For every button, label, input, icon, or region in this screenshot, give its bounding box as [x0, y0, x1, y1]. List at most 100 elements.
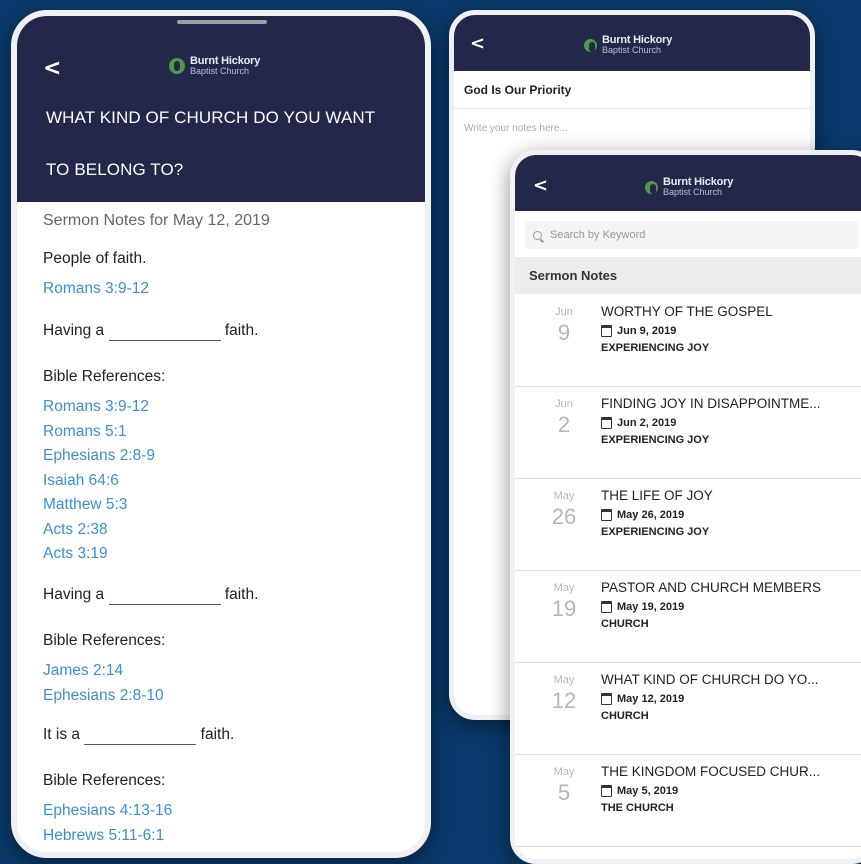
- sermon-date: May 12, 2019: [601, 693, 684, 705]
- scripture-link[interactable]: Ephesians 4:13-16: [43, 802, 172, 820]
- sermon-day: 5: [557, 780, 571, 805]
- notes-header: < Burnt Hickory Baptist Church: [454, 15, 810, 71]
- scripture-link[interactable]: Matthew 5:3: [43, 496, 127, 514]
- scripture-link[interactable]: Ephesians 2:8-10: [43, 687, 164, 705]
- sermon-title-line2: TO BELONG TO?: [46, 160, 184, 179]
- chevron-left-icon[interactable]: <: [533, 175, 548, 196]
- sermon-date: May 19, 2019: [601, 601, 684, 613]
- tree-icon: [645, 180, 658, 194]
- sermon-list-item[interactable]: May 12 WHAT KIND OF CHURCH DO YO... May 12,…: [515, 662, 861, 755]
- sermon-title: PASTOR AND CHURCH MEMBERS: [601, 580, 822, 595]
- sermon-date-text: May 12, 2019: [617, 693, 685, 705]
- sermon-date-text: Jun 2, 2019: [617, 417, 677, 429]
- scripture-link[interactable]: Acts 2:38: [43, 521, 108, 539]
- church-logo: Burnt Hickory Baptist Church: [584, 35, 672, 55]
- chevron-left-icon[interactable]: <: [43, 56, 61, 81]
- blank-input[interactable]: [108, 586, 221, 605]
- fill-in-line: Having a faith.: [43, 322, 258, 341]
- sermon-list-item[interactable]: May 19 PASTOR AND CHURCH MEMBERS May 19, 20…: [515, 570, 861, 663]
- sermon-list-phone: < Burnt Hickory Baptist Church Search by…: [510, 150, 861, 864]
- search-icon: [533, 230, 542, 240]
- calendar-icon: [601, 325, 612, 337]
- sermon-title: THE KINGDOM FOCUSED CHUR...: [601, 764, 821, 779]
- fill-in-line: It is a faith.: [43, 726, 234, 745]
- blank-input[interactable]: [108, 322, 221, 341]
- sermon-date-text: May 19, 2019: [617, 601, 685, 613]
- sermon-date: May 5, 2019: [601, 785, 678, 797]
- scripture-link[interactable]: Romans 5:1: [43, 423, 127, 441]
- sermon-date-text: May 26, 2019: [617, 509, 685, 521]
- tree-icon: [584, 38, 597, 52]
- sermon-date-text: May 5, 2019: [617, 785, 679, 797]
- scripture-link[interactable]: Ephesians 2:8-9: [43, 447, 155, 465]
- sermon-detail-phone: < Burnt Hickory Baptist Church WHAT KIND…: [11, 10, 431, 858]
- sermon-month: May: [553, 674, 575, 686]
- sermon-series: THE CHURCH: [601, 802, 674, 814]
- sermon-day: 26: [551, 504, 577, 529]
- scripture-link[interactable]: Acts 3:19: [43, 545, 108, 563]
- point-heading: People of faith.: [43, 250, 147, 267]
- search-placeholder: Search by Keyword: [550, 229, 646, 241]
- logo-line2: Baptist Church: [602, 45, 662, 55]
- sermon-day: 19: [551, 596, 577, 621]
- scripture-link[interactable]: Isaiah 64:6: [43, 472, 119, 490]
- search-input[interactable]: Search by Keyword: [525, 221, 859, 249]
- list-header: < Burnt Hickory Baptist Church: [515, 155, 861, 211]
- scripture-link[interactable]: Romans 3:9-12: [43, 280, 149, 298]
- sermon-series: CHURCH: [601, 618, 649, 630]
- logo-line2: Baptist Church: [663, 187, 723, 197]
- sermon-date-text: Jun 9, 2019: [617, 325, 677, 337]
- sermon-notes-date: Sermon Notes for May 12, 2019: [43, 212, 270, 229]
- sermon-series: CHURCH: [601, 710, 649, 722]
- calendar-icon: [601, 509, 612, 521]
- notes-title: God Is Our Priority: [464, 83, 572, 97]
- sermon-series: EXPERIENCING JOY: [601, 434, 710, 446]
- sermon-list-item[interactable]: May 26 THE LIFE OF JOY May 26, 2019 EXPERIEN…: [515, 478, 861, 571]
- sermon-series: EXPERIENCING JOY: [601, 526, 710, 538]
- sermon-list-item[interactable]: Jun 2 FINDING JOY IN DISAPPOINTME... Jun 2,…: [515, 386, 861, 479]
- church-logo: Burnt Hickory Baptist Church: [169, 56, 260, 76]
- sermon-month: May: [553, 766, 575, 778]
- bible-references-label: Bible References:: [43, 368, 166, 385]
- divider: [454, 108, 810, 109]
- sermon-month: May: [553, 490, 575, 502]
- scripture-link[interactable]: Romans 3:9-12: [43, 398, 149, 416]
- section-header: Sermon Notes: [515, 257, 861, 294]
- sermon-list-item[interactable]: May 5 THE KINGDOM FOCUSED CHUR... May 5, 20…: [515, 754, 861, 847]
- church-logo: Burnt Hickory Baptist Church: [645, 177, 733, 197]
- sermon-title: THE LIFE OF JOY: [601, 488, 713, 503]
- scripture-link[interactable]: James 2:14: [43, 662, 123, 680]
- sermon-title: FINDING JOY IN DISAPPOINTME...: [601, 396, 821, 411]
- fill-in-prefix: It is a: [43, 726, 81, 743]
- blank-input[interactable]: [84, 726, 197, 745]
- bible-references-label: Bible References:: [43, 632, 166, 649]
- sermon-title-line1: WHAT KIND OF CHURCH DO YOU WANT: [46, 108, 376, 127]
- phone-speaker: [177, 20, 267, 24]
- scripture-link[interactable]: Hebrews 5:11-6:1: [43, 827, 164, 845]
- fill-in-suffix: faith.: [200, 726, 235, 743]
- sermon-day: 12: [551, 688, 577, 713]
- calendar-icon: [601, 693, 612, 705]
- calendar-icon: [601, 601, 612, 613]
- fill-in-prefix: Having a: [43, 322, 105, 339]
- sermon-day: 9: [557, 320, 571, 345]
- fill-in-prefix: Having a: [43, 586, 105, 603]
- tree-icon: [169, 58, 185, 74]
- sermon-title: WORTHY OF THE GOSPEL: [601, 304, 773, 319]
- sermon-title: WHAT KIND OF CHURCH DO YO...: [601, 672, 819, 687]
- sermon-series: EXPERIENCING JOY: [601, 342, 710, 354]
- fill-in-suffix: faith.: [224, 322, 259, 339]
- fill-in-line: Having a faith.: [43, 586, 258, 605]
- bible-references-label: Bible References:: [43, 772, 166, 789]
- chevron-left-icon[interactable]: <: [470, 33, 485, 54]
- sermon-header: < Burnt Hickory Baptist Church WHAT KIND…: [17, 16, 425, 202]
- sermon-day: 2: [557, 412, 571, 437]
- logo-line2: Baptist Church: [190, 66, 250, 76]
- calendar-icon: [601, 785, 612, 797]
- sermon-list-item[interactable]: Jun 9 WORTHY OF THE GOSPEL Jun 9, 2019 EXPER…: [515, 294, 861, 387]
- notes-input[interactable]: Write your notes here...: [464, 123, 568, 134]
- fill-in-suffix: faith.: [224, 586, 259, 603]
- sermon-date: May 26, 2019: [601, 509, 684, 521]
- sermon-date: Jun 2, 2019: [601, 417, 676, 429]
- calendar-icon: [601, 417, 612, 429]
